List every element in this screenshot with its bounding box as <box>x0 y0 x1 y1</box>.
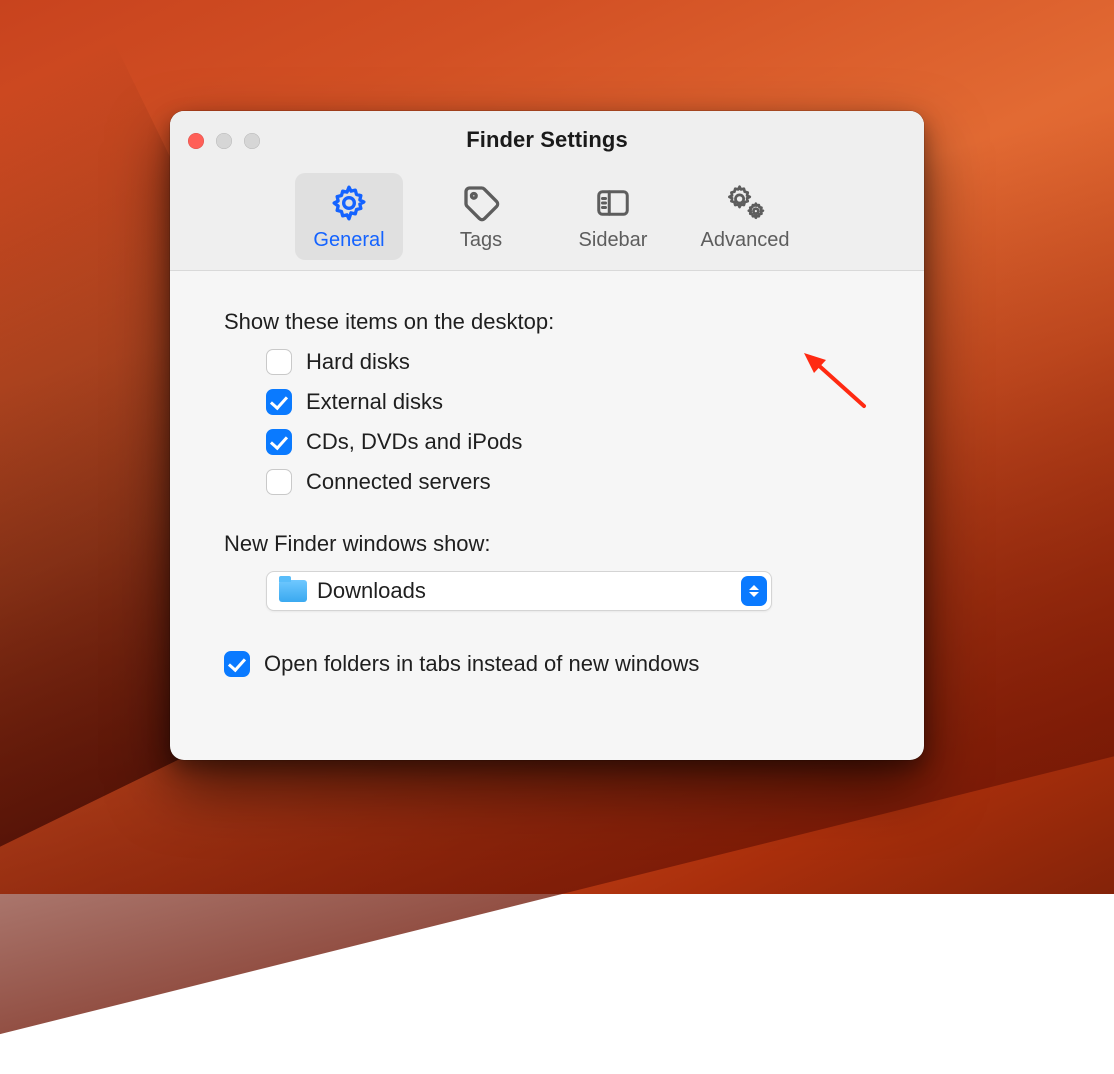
chevron-down-icon <box>749 592 759 597</box>
finder-settings-window: Finder Settings General <box>170 111 924 760</box>
minimize-button[interactable] <box>216 133 232 149</box>
content-pane: Show these items on the desktop: Hard di… <box>170 271 924 709</box>
checkbox-label: Connected servers <box>306 469 491 495</box>
tag-icon <box>457 183 505 223</box>
tab-general-label: General <box>313 229 384 252</box>
toolbar: General Tags <box>170 169 924 271</box>
checkbox-label: Hard disks <box>306 349 410 375</box>
new-windows-select[interactable]: Downloads <box>266 571 772 611</box>
toolbar-tabs: General Tags <box>295 173 799 260</box>
new-windows-heading: New Finder windows show: <box>224 531 870 557</box>
checkbox-label: External disks <box>306 389 443 415</box>
gears-icon <box>721 183 769 223</box>
desktop-items-heading: Show these items on the desktop: <box>224 309 870 335</box>
checkbox-hard-disks[interactable] <box>266 349 292 375</box>
tab-advanced-label: Advanced <box>701 229 790 252</box>
tab-tags[interactable]: Tags <box>427 173 535 260</box>
checkbox-external-disks[interactable] <box>266 389 292 415</box>
open-in-tabs-label: Open folders in tabs instead of new wind… <box>264 651 699 677</box>
new-windows-select-row: Downloads <box>266 571 870 611</box>
checkbox-row-cds-dvds-ipods: CDs, DVDs and iPods <box>266 429 870 455</box>
new-windows-select-value: Downloads <box>317 578 426 604</box>
checkbox-row-external-disks: External disks <box>266 389 870 415</box>
window-title: Finder Settings <box>466 127 628 153</box>
tab-general[interactable]: General <box>295 173 403 260</box>
titlebar: Finder Settings <box>170 111 924 169</box>
checkbox-cds-dvds-ipods[interactable] <box>266 429 292 455</box>
tab-sidebar[interactable]: Sidebar <box>559 173 667 260</box>
window-controls <box>188 133 260 149</box>
folder-icon <box>279 580 307 602</box>
close-button[interactable] <box>188 133 204 149</box>
checkbox-open-in-tabs[interactable] <box>224 651 250 677</box>
checkbox-connected-servers[interactable] <box>266 469 292 495</box>
desktop-items-list: Hard disks External disks CDs, DVDs and … <box>266 349 870 495</box>
checkbox-label: CDs, DVDs and iPods <box>306 429 522 455</box>
open-in-tabs-row: Open folders in tabs instead of new wind… <box>224 651 870 677</box>
tab-tags-label: Tags <box>460 229 502 252</box>
sidebar-icon <box>589 183 637 223</box>
checkbox-row-hard-disks: Hard disks <box>266 349 870 375</box>
tab-sidebar-label: Sidebar <box>579 229 648 252</box>
zoom-button[interactable] <box>244 133 260 149</box>
checkbox-row-connected-servers: Connected servers <box>266 469 870 495</box>
tab-advanced[interactable]: Advanced <box>691 173 799 260</box>
select-stepper[interactable] <box>741 576 767 606</box>
gear-icon <box>325 183 373 223</box>
chevron-up-icon <box>749 585 759 590</box>
